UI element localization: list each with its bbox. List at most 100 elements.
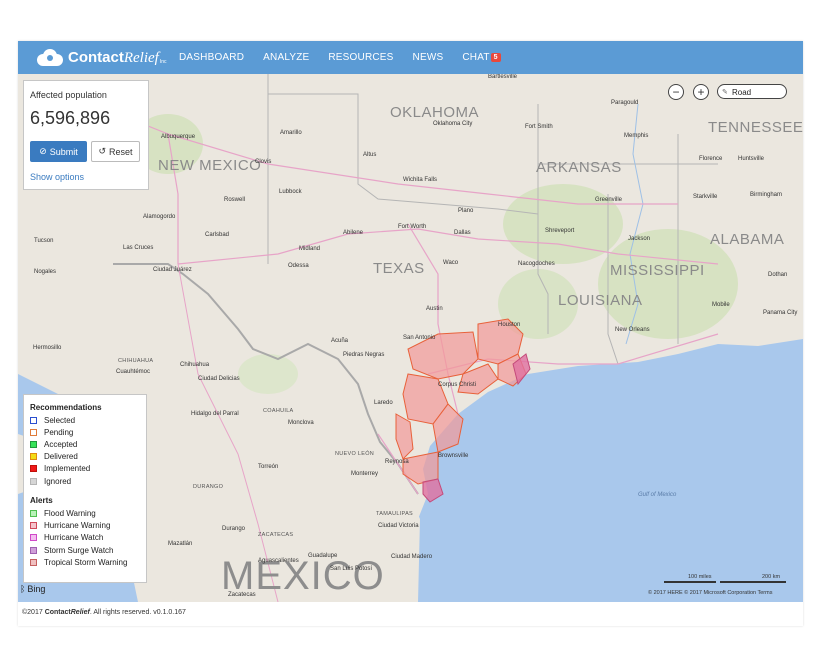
city-label: Roswell [224, 197, 246, 203]
city-label: Tucson [34, 238, 54, 244]
legend-hurricane-warning: Hurricane Warning [30, 520, 110, 531]
legend-tropical-storm-warning: Tropical Storm Warning [30, 557, 127, 568]
city-label: Guadalupe [308, 553, 338, 559]
region-label: NUEVO LEÓN [335, 451, 375, 457]
footer-suffix: . All rights reserved. v0.1.0.167 [89, 609, 186, 616]
city-label: Alamogordo [143, 214, 176, 220]
city-label: Carlsbad [205, 232, 230, 238]
app-window: ContactRelief Inc DASHBOARD ANALYZE RESO… [18, 41, 803, 626]
city-label: Paragould [611, 100, 639, 106]
city-label: Clovis [255, 159, 272, 165]
scale-bar-km [720, 581, 786, 583]
city-label: Torreón [258, 464, 279, 470]
footer-brand-relief: Relief [70, 609, 90, 616]
legend-flood-warning: Flood Warning [30, 508, 96, 519]
city-label: Nogales [34, 269, 57, 275]
city-label: Florence [699, 156, 723, 162]
legend-label: Storm Surge Watch [44, 546, 114, 555]
map-label-mississippi: MISSISSIPPI [610, 262, 705, 279]
city-label: Amarillo [280, 130, 302, 136]
city-label: Monterrey [351, 471, 379, 477]
main-nav: DASHBOARD ANALYZE RESOURCES NEWS CHAT 5 [179, 41, 520, 74]
city-label: Midland [299, 246, 321, 252]
city-label: Zacatecas [228, 592, 256, 598]
city-label: Waco [443, 260, 459, 266]
city-label: Laredo [374, 400, 393, 406]
legend-label: Hurricane Warning [44, 521, 111, 530]
submit-button[interactable]: ⊘ Submit [30, 141, 87, 162]
city-label: Dallas [454, 230, 471, 236]
city-label: New Orleans [615, 327, 650, 333]
contactrelief-logo[interactable]: ContactRelief Inc [34, 45, 167, 71]
footer-brand: ContactRelief [45, 609, 90, 616]
legend-label: Selected [44, 416, 76, 425]
legend-selected: Selected [30, 415, 75, 426]
legend-panel: Recommendations Selected Pending Accepte… [23, 394, 147, 583]
city-label: Monclova [288, 420, 314, 426]
legend-swatch [30, 510, 37, 517]
nav-news[interactable]: NEWS [413, 52, 444, 63]
legend-swatch [30, 547, 37, 554]
affected-population-title: Affected population [30, 90, 107, 100]
legend-swatch [30, 534, 37, 541]
map-label-new-mexico: NEW MEXICO [158, 157, 262, 174]
nav-resources[interactable]: RESOURCES [328, 52, 393, 63]
nav-chat[interactable]: CHAT 5 [462, 52, 501, 63]
map-copyright[interactable]: © 2017 HERE © 2017 Microsoft Corporation… [648, 590, 772, 596]
nav-dashboard[interactable]: DASHBOARD [179, 52, 244, 63]
city-label: Aguascalientes [258, 558, 299, 564]
legend-label: Ignored [44, 477, 72, 486]
legend-label: Delivered [44, 452, 78, 461]
city-label: Albuquerque [161, 134, 196, 140]
map-label-gulf: Gulf of Mexico [638, 492, 677, 498]
bing-logo[interactable]: ᛒ Bing [20, 584, 45, 594]
city-label: Austin [426, 306, 443, 312]
city-label: Huntsville [738, 156, 765, 162]
nav-analyze[interactable]: ANALYZE [263, 52, 309, 63]
legend-swatch [30, 559, 37, 566]
legend-swatch [30, 465, 37, 472]
city-label: Starkville [693, 194, 718, 200]
city-label: Cuauhtémoc [116, 369, 151, 375]
city-label: Altus [363, 152, 377, 158]
check-circle-icon: ⊘ [39, 146, 47, 156]
city-label: Jackson [628, 236, 651, 242]
legend-label: Tropical Storm Warning [44, 558, 128, 567]
legend-swatch [30, 441, 37, 448]
logo-tm: Inc [159, 59, 167, 65]
map-type-selector[interactable]: ✎ Road [717, 84, 787, 99]
city-label: Piedras Negras [343, 352, 385, 358]
logo-wordmark: ContactRelief [68, 49, 159, 66]
bing-label: Bing [27, 584, 46, 594]
city-label: Las Cruces [123, 245, 154, 251]
legend-swatch [30, 478, 37, 485]
map-canvas[interactable]: OKLAHOMA ARKANSAS TENNESSEE NEW MEXICO T… [18, 74, 803, 602]
city-label: Acuña [331, 338, 349, 344]
scale-bar-miles [664, 581, 716, 583]
legend-implemented: Implemented [30, 463, 90, 474]
map-label-arkansas: ARKANSAS [536, 159, 622, 176]
recommendations-heading: Recommendations [30, 403, 102, 412]
footer-brand-contact: Contact [44, 609, 71, 616]
city-label: Ciudad Juárez [153, 267, 192, 273]
reset-button[interactable]: ↺ Reset [91, 141, 140, 162]
reset-label: Reset [109, 146, 133, 157]
nav-chat-label: CHAT [462, 52, 490, 63]
city-label: Odessa [288, 263, 309, 269]
city-label: Bartlesville [488, 74, 518, 80]
legend-delivered: Delivered [30, 451, 78, 462]
city-label: Oklahoma City [433, 121, 473, 127]
region-label: COAHUILA [263, 408, 294, 414]
map-label-oklahoma: OKLAHOMA [390, 104, 480, 121]
city-label: Brownsville [438, 453, 469, 459]
zoom-out-button[interactable]: − [668, 84, 684, 100]
show-options-link[interactable]: Show options [30, 172, 84, 182]
city-label: Lubbock [279, 189, 302, 195]
legend-storm-surge-watch: Storm Surge Watch [30, 545, 114, 556]
city-label: Ciudad Victoria [378, 523, 419, 529]
legend-swatch [30, 453, 37, 460]
zoom-in-button[interactable]: + [693, 84, 709, 100]
bing-icon: ᛒ [20, 584, 26, 594]
legend-label: Pending [44, 428, 74, 437]
city-label: Greenville [595, 197, 623, 203]
